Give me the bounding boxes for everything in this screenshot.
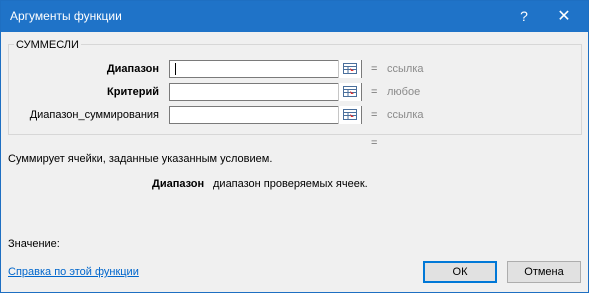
function-description: Суммирует ячейки, заданные указанным усл… — [8, 153, 273, 165]
function-name: СУММЕСЛИ — [14, 39, 81, 51]
argument-help-text: диапазон проверяемых ячеек. — [213, 178, 368, 190]
criteria-input[interactable] — [169, 83, 362, 101]
cancel-button[interactable]: Отмена — [507, 261, 581, 283]
arg-result-range: ссылка — [387, 63, 424, 75]
total-equals: = — [371, 137, 378, 149]
arg-equals: = — [371, 109, 378, 121]
function-arguments-dialog: Аргументы функции ? ✕ СУММЕСЛИ Диапазон … — [0, 0, 589, 293]
window-title: Аргументы функции — [10, 9, 122, 23]
arg-label-sum-range: Диапазон_суммирования — [29, 109, 159, 121]
argument-help-name: Диапазон — [152, 178, 205, 190]
arg-result-criteria: любое — [387, 86, 421, 98]
collapse-dialog-icon — [343, 109, 357, 120]
criteria-collapse-button[interactable] — [338, 83, 361, 101]
text-cursor — [175, 63, 176, 75]
ok-button[interactable]: ОК — [423, 261, 497, 283]
collapse-dialog-icon — [343, 63, 357, 74]
arg-equals: = — [371, 63, 378, 75]
close-icon[interactable]: ✕ — [547, 1, 581, 32]
range-input[interactable] — [169, 60, 362, 78]
sum-range-input[interactable] — [169, 106, 362, 124]
help-link[interactable]: Справка по этой функции — [8, 266, 139, 278]
value-label: Значение: — [8, 238, 60, 250]
sum-range-collapse-button[interactable] — [338, 106, 361, 124]
arg-label-range: Диапазон — [106, 63, 159, 75]
arg-label-criteria: Критерий — [107, 86, 159, 98]
range-collapse-button[interactable] — [338, 60, 361, 78]
arg-result-sum-range: ссылка — [387, 109, 424, 121]
title-bar: Аргументы функции ? ✕ — [1, 1, 588, 32]
help-icon[interactable]: ? — [507, 1, 541, 32]
collapse-dialog-icon — [343, 86, 357, 97]
arg-equals: = — [371, 86, 378, 98]
